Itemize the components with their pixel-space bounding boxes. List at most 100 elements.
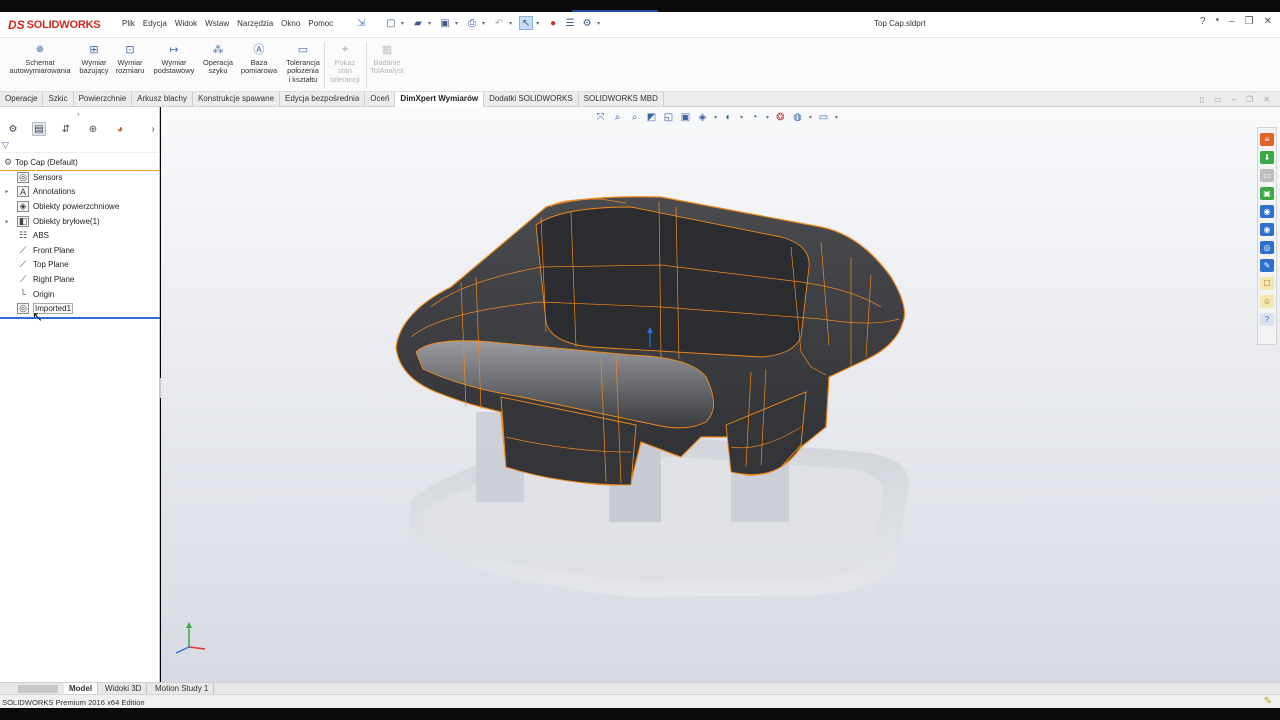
help-icon[interactable]: ? [1200, 16, 1206, 27]
tree-item-annotations[interactable]: ▸ A Annotations [0, 185, 160, 200]
cascade-icon[interactable]: ▭ [1214, 95, 1222, 104]
tab-scroll-arrows[interactable] [18, 685, 58, 693]
geometric-tolerance-button[interactable]: ▭ Tolerancja położenia i kształtu [283, 44, 323, 84]
size-dimension-button[interactable]: ⊡ Wymiar rozmiaru [114, 44, 146, 76]
expand-arrow-icon[interactable]: ▸ [0, 188, 14, 195]
doc-close-icon[interactable]: ✕ [1263, 95, 1270, 104]
plane-icon: ⟋ [19, 273, 27, 284]
minimize-icon[interactable]: – [1229, 16, 1235, 27]
feature-manager-tab-icon[interactable]: ⚙ [6, 122, 20, 136]
tree-item-solid-bodies[interactable]: ▸ ◧ Obiekty bryłowe(1) [0, 214, 160, 229]
solidworks-forum-icon[interactable]: ◎ [1260, 241, 1274, 254]
panel-grip[interactable]: • [77, 110, 80, 119]
tree-item-imported1[interactable]: ◎ Imported1 [0, 301, 160, 316]
tree-item-front-plane[interactable]: ⟋ Front Plane [0, 243, 160, 258]
datum-dimension-button[interactable]: ⊞ Wymiar bazujący [78, 44, 110, 76]
pin-menu-icon[interactable]: ⇲ [357, 18, 365, 29]
tab-sheet-metal[interactable]: Arkusz blachy [132, 92, 193, 107]
expand-panel-icon[interactable]: › [146, 122, 160, 136]
dimxpert-manager-tab-icon[interactable]: ⊕ [86, 122, 100, 136]
tree-filter[interactable]: ▽ [2, 140, 158, 153]
menu-window[interactable]: Okno [277, 19, 304, 28]
surface-bodies-icon: ◈ [17, 200, 29, 212]
status-text: SOLIDWORKS Premium 2016 x64 Edition [2, 698, 145, 707]
tree-item-right-plane[interactable]: ⟋ Right Plane [0, 272, 160, 287]
tab-evaluate[interactable]: Oceń [365, 92, 396, 107]
print-icon[interactable]: ⎙ [465, 16, 479, 30]
tolanalyst-button[interactable]: ▦ Badanie TolAnalyst [368, 44, 406, 76]
menu-bar: Plik Edycja Widok Wstaw Narzędzia Okno P… [118, 19, 337, 28]
options-icon[interactable]: ⚙ [580, 16, 594, 30]
design-library-icon[interactable]: ⬇ [1260, 151, 1274, 164]
tips-icon[interactable]: ☺ [1260, 295, 1274, 308]
configuration-manager-tab-icon[interactable]: ⇵ [59, 122, 73, 136]
mouse-cursor-icon: ↖ [32, 309, 43, 324]
cmd-label: autowymiarowania [9, 66, 71, 76]
file-explorer-icon[interactable]: ▭ [1260, 169, 1274, 182]
bottom-frame [0, 708, 1280, 720]
restore-icon[interactable]: ❐ [1245, 16, 1254, 27]
tab-features[interactable]: Operacje [0, 92, 44, 107]
tree-item-sensors[interactable]: ◎ Sensors [0, 170, 160, 185]
notes-icon[interactable]: ☐ [1260, 277, 1274, 290]
save-icon[interactable]: ▣ [438, 16, 452, 30]
rebuild-icon[interactable]: ● [546, 16, 560, 30]
show-tolerance-status-icon: ✦ [340, 44, 350, 56]
plane-icon: ⟋ [19, 244, 27, 255]
menu-file[interactable]: Plik [118, 19, 139, 28]
status-bar: SOLIDWORKS Premium 2016 x64 Edition ✎ [0, 694, 1280, 708]
solidworks-logo[interactable]: DS SOLIDWORKS [8, 17, 101, 33]
datum-button[interactable]: Ⓐ Baza pomiarowa [238, 44, 280, 76]
menu-insert[interactable]: Wstaw [201, 19, 233, 28]
expand-arrow-icon[interactable]: ▸ [0, 218, 14, 225]
reference-triad-icon [175, 622, 206, 654]
display-manager-tab-icon[interactable]: ◕ [113, 122, 127, 136]
rollback-bar[interactable] [0, 317, 160, 319]
menu-edit[interactable]: Edycja [139, 19, 171, 28]
tab-dimxpert[interactable]: DimXpert Wymiarów [395, 92, 485, 107]
datum-icon: Ⓐ [253, 44, 265, 56]
sustainability-icon[interactable]: ✎ [1260, 259, 1274, 272]
property-manager-tab-icon[interactable]: ▤ [32, 122, 46, 136]
tile-icon[interactable]: ▯ [1200, 95, 1204, 104]
tab-mbd[interactable]: SOLIDWORKS MBD [579, 92, 664, 107]
select-icon[interactable]: ↖ [519, 16, 534, 30]
tree-root[interactable]: ⚙ Top Cap (Default) [0, 155, 160, 171]
graphics-area[interactable]: ⤧ ⌕ ⌕ ◩ ◱ ▣ ◈ ▾ ◐ ▾ ◔ ▾ ❂ ◍ ▾ ▭ ▾ ≡ ⬇ ▭ … [161, 107, 1280, 682]
help-pane-icon[interactable]: ? [1260, 313, 1274, 326]
file-properties-icon[interactable]: ☰ [563, 16, 577, 30]
auto-dimension-scheme-button[interactable]: ✵ Schemat autowymiarowania [6, 44, 74, 76]
view-palette-icon[interactable]: ▣ [1260, 187, 1274, 200]
menu-view[interactable]: Widok [171, 19, 201, 28]
tab-surfaces[interactable]: Powierzchnie [74, 92, 133, 107]
tab-weldments[interactable]: Konstrukcje spawane [193, 92, 281, 107]
cmd-label: TolAnalyst [370, 66, 404, 76]
tab-sketch[interactable]: Szkic [43, 92, 74, 107]
pattern-feature-button[interactable]: ⁂ Operacja szyku [201, 44, 235, 76]
panel-tabs: ⚙ ▤ ⇵ ⊕ ◕ › [0, 122, 160, 138]
rebuild-status-icon[interactable]: ✎ [1264, 696, 1272, 707]
resources-icon[interactable]: ≡ [1260, 133, 1274, 146]
tree-item-origin[interactable]: └ Origin [0, 287, 160, 302]
custom-properties-icon[interactable]: ◉ [1260, 223, 1274, 236]
pattern-feature-icon: ⁂ [212, 44, 224, 56]
tree-item-material[interactable]: ☷ ABS [0, 228, 160, 243]
undo-icon[interactable]: ↶ [492, 16, 506, 30]
tree-item-top-plane[interactable]: ⟋ Top Plane [0, 258, 160, 273]
menu-tools[interactable]: Narzędzia [233, 19, 277, 28]
appearances-icon[interactable]: ◉ [1260, 205, 1274, 218]
new-document-icon[interactable]: ▢ [384, 16, 398, 30]
open-icon[interactable]: ▰ [411, 16, 425, 30]
menu-help[interactable]: Pomoc [304, 19, 337, 28]
tree-item-surface-bodies[interactable]: ◈ Obiekty powierzchniowe [0, 199, 160, 214]
cmd-label: rozmiaru [115, 66, 145, 76]
help-dropdown-icon[interactable]: ▾ [1216, 16, 1220, 27]
show-tolerance-status-button[interactable]: ✦ Pokaż stan tolerancji [327, 44, 363, 84]
doc-restore-icon[interactable]: ❐ [1246, 95, 1253, 104]
basic-dimension-button[interactable]: ↦ Wymiar podstawowy [150, 44, 198, 76]
close-icon[interactable]: ✕ [1264, 16, 1272, 27]
tab-addins[interactable]: Dodatki SOLIDWORKS [484, 92, 579, 107]
tab-direct-editing[interactable]: Edycja bezpośrednia [280, 92, 366, 107]
doc-minimize-icon[interactable]: – [1232, 95, 1236, 104]
title-bar: DS SOLIDWORKS Plik Edycja Widok Wstaw Na… [0, 12, 1280, 38]
